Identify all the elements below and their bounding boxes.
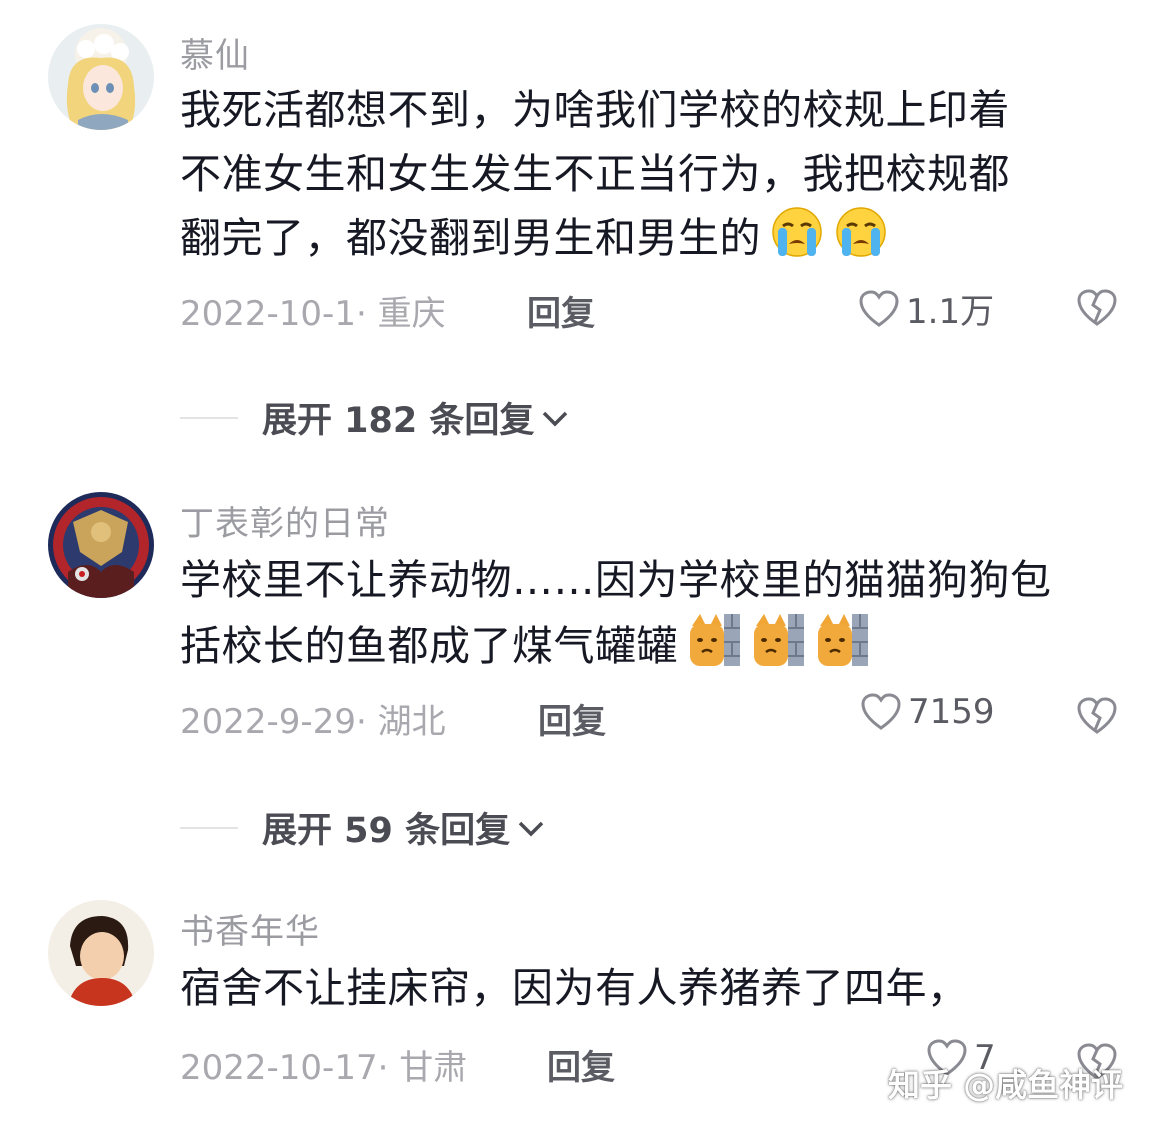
avatar[interactable] <box>48 492 154 598</box>
chevron-down-icon <box>518 821 544 836</box>
username[interactable]: 书香年华 <box>180 904 320 953</box>
comment-date-location: 2022-10-1· 重庆 <box>180 294 446 334</box>
dislike-button[interactable] <box>1076 696 1118 740</box>
chevron-down-icon <box>543 411 568 426</box>
comment-text-line: 宿舍不让挂床帘，因为有人养猪养了四年， <box>180 964 969 1012</box>
cat-behind-wall-emoji <box>814 612 870 686</box>
loudly-crying-emoji <box>769 206 825 276</box>
comment-text: 宿舍不让挂床帘，因为有人养猪养了四年， <box>180 956 1140 1020</box>
cat-behind-wall-emoji <box>750 612 806 686</box>
username[interactable]: 慕仙 <box>180 28 250 77</box>
comment-text-line: 翻完了，都没翻到男生和男生的 <box>180 206 1140 276</box>
comment-text-line: 不准女生和女生发生不正当行为，我把校规都 <box>180 150 1010 198</box>
cat-behind-wall-emoji <box>686 612 742 686</box>
comment-text-segment: 翻完了，都没翻到男生和男生的 <box>180 214 761 262</box>
comment-text: 我死活都想不到，为啥我们学校的校规上印着 不准女生和女生发生不正当行为，我把校规… <box>180 78 1140 276</box>
avatar[interactable] <box>48 24 154 130</box>
heart-icon <box>861 693 901 730</box>
reply-button[interactable]: 回复 <box>547 1040 615 1089</box>
comment-text-segment: 括校长的鱼都成了煤气罐罐 <box>180 622 678 670</box>
avatar[interactable] <box>48 900 154 1006</box>
expand-replies-label: 展开 182 条回复 <box>262 401 535 441</box>
comment-text-line: 括校长的鱼都成了煤气罐罐 <box>180 612 1140 686</box>
like-button[interactable]: 7159 <box>860 692 995 732</box>
watermark: 知乎 @咸鱼神评 <box>888 1066 1124 1104</box>
broken-heart-icon <box>1077 289 1117 326</box>
comment-date-location: 2022-10-17· 甘肃 <box>180 1048 468 1088</box>
heart-icon <box>859 289 899 327</box>
comment-text-line: 学校里不让养动物……因为学校里的猫猫狗狗包 <box>180 556 1052 604</box>
expand-replies-label: 展开 59 条回复 <box>262 811 511 851</box>
comment-text: 学校里不让养动物……因为学校里的猫猫狗狗包 括校长的鱼都成了煤气罐罐 <box>180 548 1140 686</box>
divider <box>180 416 238 419</box>
dislike-button[interactable] <box>1076 288 1118 332</box>
username[interactable]: 丁表彰的日常 <box>180 496 390 545</box>
like-button[interactable]: 1.1万 <box>858 284 994 333</box>
comment-text-line: 我死活都想不到，为啥我们学校的校规上印着 <box>180 86 1010 134</box>
broken-heart-icon <box>1077 697 1117 734</box>
like-count: 1.1万 <box>906 292 995 332</box>
expand-replies[interactable]: 展开 182 条回复 <box>180 392 572 443</box>
expand-replies[interactable]: 展开 59 条回复 <box>180 802 548 853</box>
reply-button[interactable]: 回复 <box>527 286 595 335</box>
divider <box>180 826 238 829</box>
reply-button[interactable]: 回复 <box>538 694 606 743</box>
like-count: 7159 <box>908 692 995 732</box>
comment-date-location: 2022-9-29· 湖北 <box>180 702 446 742</box>
loudly-crying-emoji <box>833 206 889 276</box>
